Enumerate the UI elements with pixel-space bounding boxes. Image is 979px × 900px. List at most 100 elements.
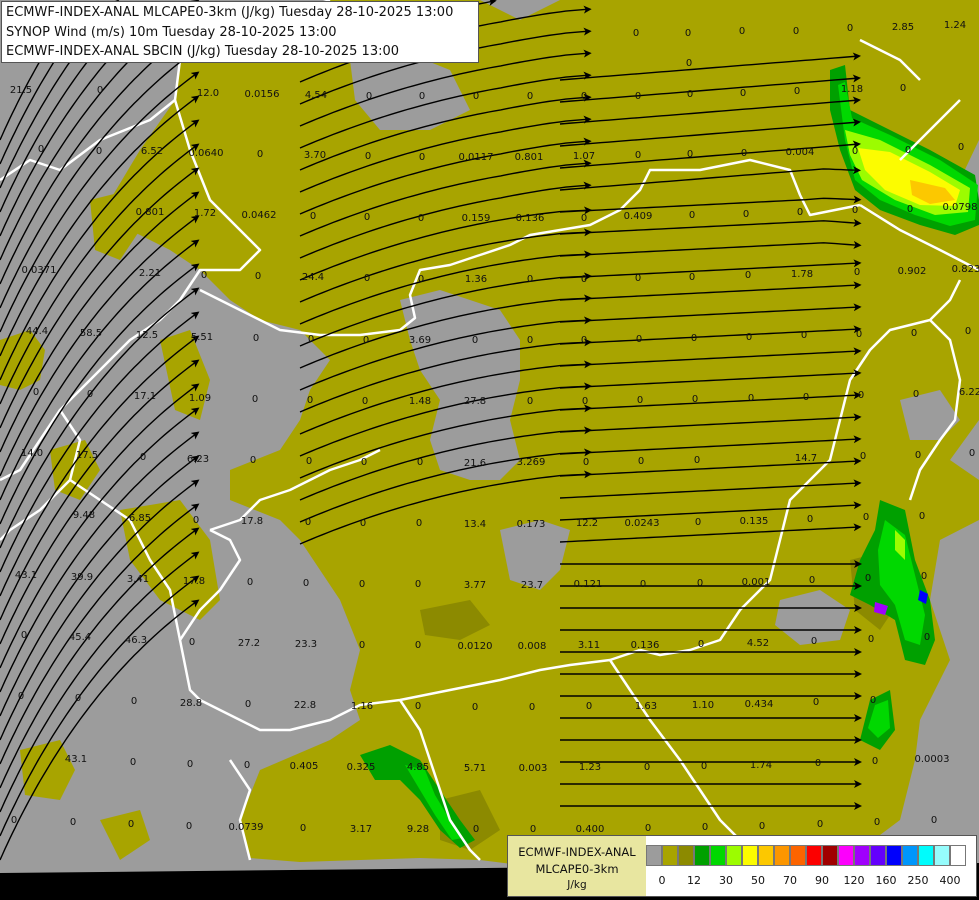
sbcin-value-label: 0 xyxy=(965,326,971,337)
sbcin-value-label: 0 xyxy=(583,457,589,468)
sbcin-value-label: 0 xyxy=(636,334,642,345)
sbcin-value-label: 0 xyxy=(740,88,746,99)
sbcin-value-label: 0 xyxy=(698,639,704,650)
sbcin-value-label: 0 xyxy=(415,579,421,590)
legend-swatch xyxy=(950,845,966,866)
sbcin-value-label: 0 xyxy=(303,578,309,589)
sbcin-value-label: 17.5 xyxy=(76,450,98,461)
sbcin-value-label: 0 xyxy=(189,637,195,648)
sbcin-value-label: 13.4 xyxy=(464,519,486,530)
legend-swatch xyxy=(710,845,726,866)
sbcin-value-label: 0 xyxy=(633,28,639,39)
legend-swatch xyxy=(854,845,870,866)
sbcin-value-label: 9.48 xyxy=(73,510,95,521)
sbcin-value-label: 17.8 xyxy=(183,576,205,587)
sbcin-value-label: 0 xyxy=(416,518,422,529)
sbcin-value-label: 0.121 xyxy=(574,579,603,590)
sbcin-value-label: 0 xyxy=(472,702,478,713)
sbcin-value-label: 0 xyxy=(637,395,643,406)
title-sbcin: ECMWF-INDEX-ANAL SBCIN (J/kg) Tuesday 28… xyxy=(6,44,400,59)
legend-unit: J/kg xyxy=(567,879,587,891)
sbcin-value-label: 0 xyxy=(244,760,250,771)
sbcin-value-label: 0 xyxy=(415,640,421,651)
sbcin-value-label: 0 xyxy=(21,630,27,641)
sbcin-value-label: 1.78 xyxy=(791,269,813,280)
sbcin-value-label: 27.2 xyxy=(238,638,260,649)
sbcin-value-label: 0 xyxy=(745,270,751,281)
sbcin-value-label: 23.3 xyxy=(295,639,317,650)
sbcin-value-label: 0 xyxy=(359,640,365,651)
sbcin-value-label: 12.2 xyxy=(576,518,598,529)
sbcin-value-label: 0 xyxy=(924,632,930,643)
sbcin-value-label: 0 xyxy=(527,91,533,102)
sbcin-value-label: 0.434 xyxy=(745,699,774,710)
sbcin-value-label: 1.72 xyxy=(194,208,216,219)
sbcin-value-label: 0 xyxy=(581,91,587,102)
sbcin-value-label: 17.1 xyxy=(134,391,156,402)
sbcin-value-label: 6.22 xyxy=(959,387,979,398)
color-legend: ECMWF-INDEX-ANAL MLCAPE0-3km J/kg 0 12 30 5… xyxy=(507,835,977,897)
sbcin-value-label: 0 xyxy=(18,691,24,702)
sbcin-value-label: 1.16 xyxy=(351,701,373,712)
legend-swatch xyxy=(694,845,710,866)
sbcin-value-label: 0 xyxy=(186,821,192,832)
sbcin-value-label: 0.003 xyxy=(519,763,548,774)
sbcin-value-label: 0.801 xyxy=(515,152,544,163)
sbcin-value-label: 23.7 xyxy=(521,580,543,591)
sbcin-value-label: 0 xyxy=(130,757,136,768)
sbcin-value-label: 28.8 xyxy=(180,698,202,709)
sbcin-value-label: 0 xyxy=(815,758,821,769)
sbcin-value-label: 0.136 xyxy=(516,213,545,224)
sbcin-value-label: 0 xyxy=(417,457,423,468)
sbcin-value-label: 0 xyxy=(969,448,975,459)
sbcin-value-label: 0 xyxy=(635,273,641,284)
sbcin-value-label: 0 xyxy=(310,211,316,222)
legend-swatch xyxy=(838,845,854,866)
sbcin-value-label: 0.135 xyxy=(740,516,769,527)
legend-swatch xyxy=(886,845,902,866)
sbcin-value-label: 0 xyxy=(472,335,478,346)
sbcin-value-label: 0.136 xyxy=(631,640,660,651)
sbcin-value-label: 0.173 xyxy=(517,519,546,530)
sbcin-value-label: 0 xyxy=(308,334,314,345)
sbcin-value-label: 0 xyxy=(905,145,911,156)
sbcin-value-label: 3.17 xyxy=(350,824,372,835)
sbcin-value-label: 0 xyxy=(581,274,587,285)
sbcin-value-label: 0.325 xyxy=(347,762,376,773)
legend-tick-label: 70 xyxy=(783,874,797,887)
sbcin-value-label: 0.0156 xyxy=(245,89,280,100)
sbcin-value-label: 0 xyxy=(687,89,693,100)
sbcin-value-label: 0 xyxy=(187,759,193,770)
sbcin-value-label: 0 xyxy=(305,517,311,528)
sbcin-value-label: 0 xyxy=(581,213,587,224)
sbcin-value-label: 0 xyxy=(900,83,906,94)
sbcin-value-label: 0 xyxy=(11,815,17,826)
sbcin-value-label: 0 xyxy=(131,696,137,707)
sbcin-value-label: 43.1 xyxy=(65,754,87,765)
sbcin-value-label: 0 xyxy=(921,571,927,582)
sbcin-value-label: 0 xyxy=(581,335,587,346)
sbcin-value-label: 0.0798 xyxy=(943,202,978,213)
sbcin-value-label: 3.69 xyxy=(409,335,431,346)
sbcin-value-label: 0.0003 xyxy=(915,754,950,765)
sbcin-value-label: 0 xyxy=(759,821,765,832)
sbcin-value-label: 17.8 xyxy=(241,516,263,527)
sbcin-value-label: 45.4 xyxy=(69,632,91,643)
legend-tick-label: 50 xyxy=(751,874,765,887)
legend-tick-label: 0 xyxy=(658,874,666,887)
sbcin-value-label: 1.23 xyxy=(579,762,601,773)
sbcin-value-label: 0 xyxy=(692,394,698,405)
sbcin-value-label: 14.7 xyxy=(795,453,817,464)
sbcin-value-label: 0 xyxy=(689,210,695,221)
sbcin-value-label: 0.801 xyxy=(136,207,165,218)
sbcin-value-label: 0 xyxy=(75,693,81,704)
legend-tick-label: 120 xyxy=(843,874,865,887)
legend-swatches xyxy=(646,845,966,866)
sbcin-value-label: 5.71 xyxy=(464,763,486,774)
sbcin-value-label: 14.0 xyxy=(21,448,43,459)
legend-swatch xyxy=(646,845,662,866)
legend-tick-label: 250 xyxy=(907,874,929,887)
legend-tick-label: 90 xyxy=(815,874,829,887)
sbcin-value-label: 0 xyxy=(96,146,102,157)
legend-parameter: MLCAPE0-3km xyxy=(535,862,619,876)
